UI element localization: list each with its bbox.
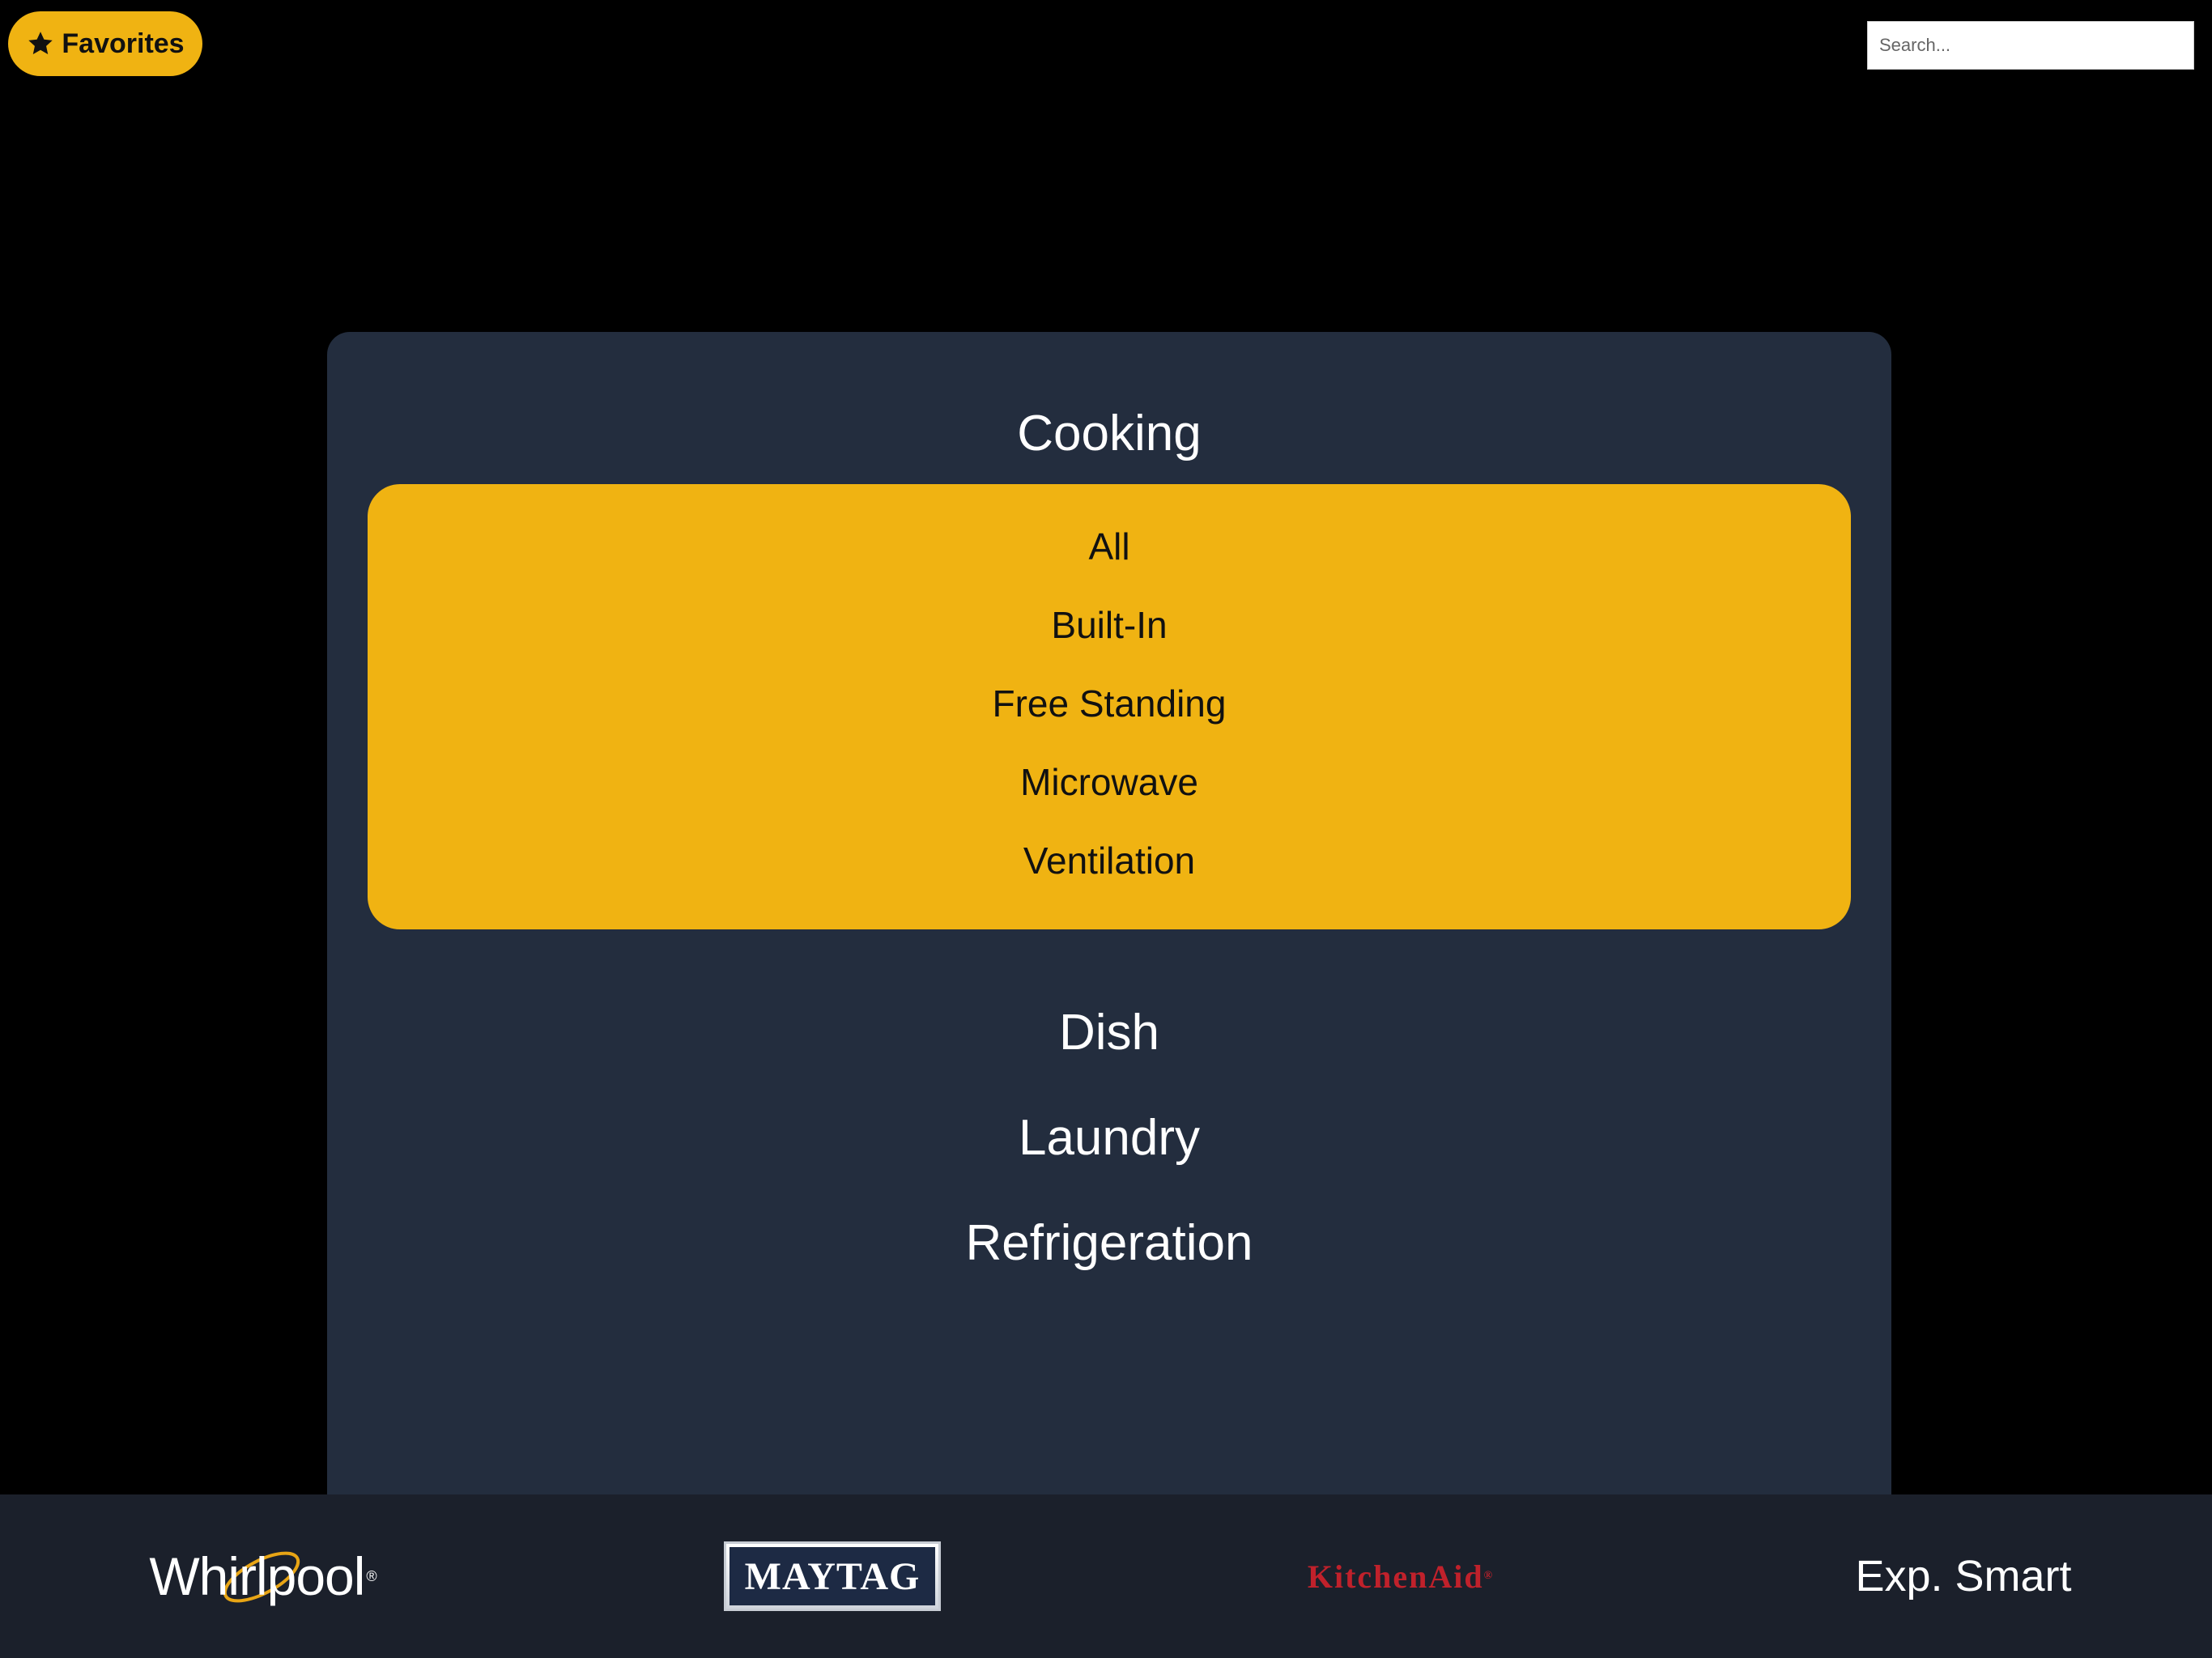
- app-screen: Favorites Cooking All Built-In Free Stan…: [0, 0, 2212, 1658]
- favorites-button[interactable]: Favorites: [8, 11, 202, 76]
- category-dish[interactable]: Dish: [327, 1004, 1891, 1061]
- cooking-submenu: All Built-In Free Standing Microwave Ven…: [368, 484, 1851, 929]
- subcategory-free-standing[interactable]: Free Standing: [368, 682, 1851, 725]
- kitchenaid-logo-text: KitchenAid: [1307, 1558, 1484, 1595]
- subcategory-microwave[interactable]: Microwave: [368, 760, 1851, 804]
- subcategory-built-in[interactable]: Built-In: [368, 603, 1851, 647]
- subcategory-ventilation[interactable]: Ventilation: [368, 839, 1851, 882]
- brand-kitchenaid[interactable]: KitchenAid ®: [1287, 1494, 1514, 1658]
- brand-whirlpool-text: Whirlpool: [149, 1546, 365, 1606]
- search-input[interactable]: [1867, 21, 2194, 70]
- favorites-label: Favorites: [62, 28, 185, 59]
- subcategory-all[interactable]: All: [368, 525, 1851, 568]
- brand-exp-smart[interactable]: Exp. Smart: [1846, 1494, 2081, 1658]
- exp-smart-label: Exp. Smart: [1855, 1552, 2072, 1601]
- registered-mark: ®: [1483, 1570, 1495, 1582]
- maytag-logo-text: MAYTAG: [730, 1547, 935, 1605]
- maytag-logo: MAYTAG: [724, 1541, 941, 1611]
- star-icon: [28, 32, 53, 55]
- brand-maytag[interactable]: MAYTAG: [722, 1494, 942, 1658]
- brand-whirlpool[interactable]: Whirlpool ®: [121, 1494, 405, 1658]
- registered-mark: ®: [366, 1567, 377, 1584]
- category-laundry[interactable]: Laundry: [327, 1109, 1891, 1167]
- category-cooking[interactable]: Cooking: [327, 405, 1891, 462]
- brand-bar: Whirlpool ® MAYTAG KitchenAid ® Exp. Smart: [0, 1494, 2212, 1658]
- category-refrigeration[interactable]: Refrigeration: [327, 1214, 1891, 1272]
- category-panel: Cooking All Built-In Free Standing Micro…: [327, 332, 1891, 1658]
